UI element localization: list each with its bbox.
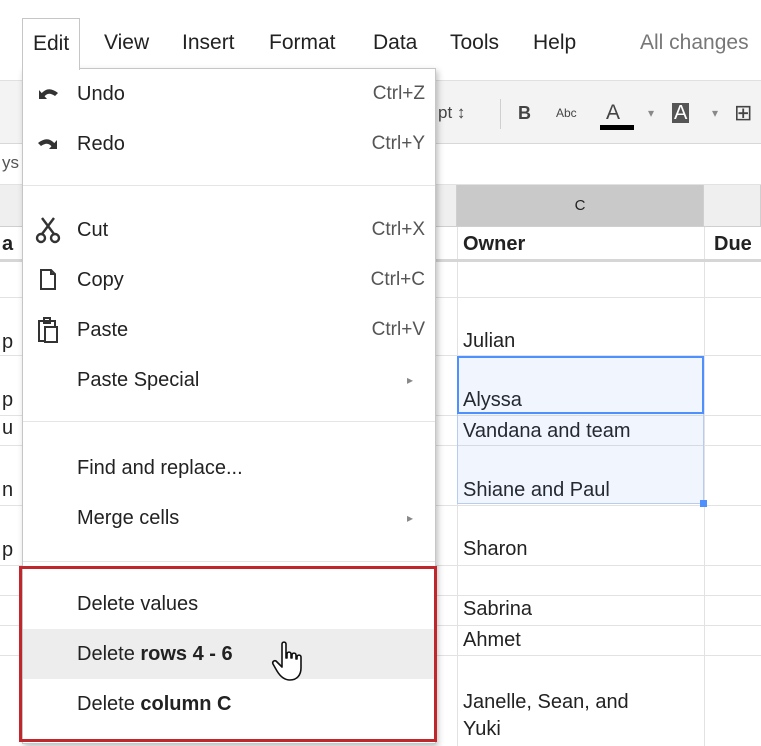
menu-separator xyxy=(23,185,435,186)
cell-c-sharon[interactable]: Sharon xyxy=(459,537,703,561)
menu-item-delete-rows[interactable]: Delete rows 4 - 6 xyxy=(23,629,435,679)
cell-c-ahmet[interactable]: Ahmet xyxy=(459,628,703,652)
menu-format[interactable]: Format xyxy=(263,18,342,68)
bold-button[interactable]: B xyxy=(518,81,531,145)
menu-item-copy[interactable]: Copy Ctrl+C xyxy=(23,265,435,295)
fill-color-button[interactable]: A xyxy=(672,81,690,145)
menu-item-label: Merge cells xyxy=(77,507,180,529)
scissors-icon xyxy=(33,215,63,245)
menu-item-label: Paste xyxy=(77,319,129,341)
menu-item-label: Cut xyxy=(77,219,109,241)
menu-item-delete-values[interactable]: Delete values xyxy=(23,589,435,619)
paste-icon xyxy=(33,315,63,345)
cell-c-owner-header[interactable]: Owner xyxy=(459,232,703,256)
column-divider xyxy=(704,227,705,746)
edit-menu-dropdown: Undo Ctrl+Z Redo Ctrl+Y Cut Ctrl+X Copy … xyxy=(22,68,436,744)
menu-item-label: Copy xyxy=(77,269,124,291)
menu-item-label: Delete column C xyxy=(77,693,232,715)
partial-cell-text: p xyxy=(2,389,14,411)
undo-icon xyxy=(33,79,63,109)
menu-item-label: Paste Special xyxy=(77,369,200,391)
menu-separator xyxy=(23,561,435,562)
menu-item-label: Find and replace... xyxy=(77,457,243,479)
partial-cell-text: p xyxy=(2,539,14,561)
menu-data[interactable]: Data xyxy=(367,18,423,68)
menu-item-shortcut: Ctrl+V xyxy=(371,319,425,340)
fill-color-dropdown[interactable]: ▾ xyxy=(712,81,718,145)
menu-item-undo[interactable]: Undo Ctrl+Z xyxy=(23,79,435,109)
font-size-select[interactable]: pt ↕ xyxy=(438,81,465,145)
column-header-d[interactable] xyxy=(704,185,761,227)
cell-c-sabrina[interactable]: Sabrina xyxy=(459,597,703,621)
text-color-icon: A xyxy=(606,101,621,124)
cell-c-janelle-line2: Yuki xyxy=(463,718,501,740)
cell-c-janelle[interactable]: Janelle, Sean, and xyxy=(459,690,703,714)
submenu-arrow-icon: ▸ xyxy=(406,373,413,387)
menu-item-merge-cells[interactable]: Merge cells ▸ xyxy=(23,503,435,533)
menu-item-label: Redo xyxy=(77,133,125,155)
menu-item-label: Delete rows 4 - 6 xyxy=(77,643,233,665)
toolbar-separator xyxy=(500,99,501,129)
menu-view[interactable]: View xyxy=(98,18,155,68)
menu-separator xyxy=(23,421,435,422)
formula-bar-fragment: ys xyxy=(2,153,19,172)
fill-color-icon: A xyxy=(672,102,690,124)
redo-icon xyxy=(33,129,63,159)
partial-cell-text: n xyxy=(2,479,14,501)
menu-item-delete-column[interactable]: Delete column C xyxy=(23,689,435,719)
menu-item-paste-special[interactable]: Paste Special ▸ xyxy=(23,365,435,395)
partial-cell-text: a xyxy=(2,233,14,255)
hand-pointer-cursor-icon xyxy=(270,640,310,684)
menu-help[interactable]: Help xyxy=(527,18,582,68)
saved-status: All changes xyxy=(640,31,749,54)
column-header-c[interactable]: C xyxy=(457,185,704,227)
strikethrough-button[interactable]: Abc xyxy=(556,81,577,145)
menu-item-shortcut: Ctrl+Y xyxy=(371,133,425,154)
menu-item-redo[interactable]: Redo Ctrl+Y xyxy=(23,129,435,159)
menu-item-cut[interactable]: Cut Ctrl+X xyxy=(23,215,435,245)
menu-edit[interactable]: Edit xyxy=(22,18,81,70)
submenu-arrow-icon: ▸ xyxy=(406,511,413,525)
menu-item-shortcut: Ctrl+X xyxy=(371,219,425,240)
menu-item-shortcut: Ctrl+C xyxy=(370,269,425,290)
text-color-swatch xyxy=(600,125,634,130)
text-color-dropdown[interactable]: ▾ xyxy=(648,81,654,145)
partial-cell-text: u xyxy=(2,417,14,439)
partial-cell-text: p xyxy=(2,331,14,353)
menu-item-shortcut: Ctrl+Z xyxy=(372,83,425,104)
cell-c-julian[interactable]: Julian xyxy=(459,329,703,353)
copy-icon xyxy=(33,265,63,295)
fill-handle[interactable] xyxy=(700,500,707,507)
menu-item-find-replace[interactable]: Find and replace... xyxy=(23,453,435,483)
menu-item-label: Undo xyxy=(77,83,125,105)
text-color-button[interactable]: A xyxy=(600,81,634,145)
menu-bar: Edit View Insert Format Data Tools Help … xyxy=(0,0,761,70)
borders-icon[interactable]: ⊞ xyxy=(734,81,752,145)
cell-d-due-header[interactable]: Due xyxy=(710,232,761,256)
active-cell-outline xyxy=(457,356,704,414)
menu-item-paste[interactable]: Paste Ctrl+V xyxy=(23,315,435,345)
menu-insert[interactable]: Insert xyxy=(176,18,241,68)
menu-item-label: Delete values xyxy=(77,593,199,615)
menu-tools[interactable]: Tools xyxy=(444,18,505,68)
